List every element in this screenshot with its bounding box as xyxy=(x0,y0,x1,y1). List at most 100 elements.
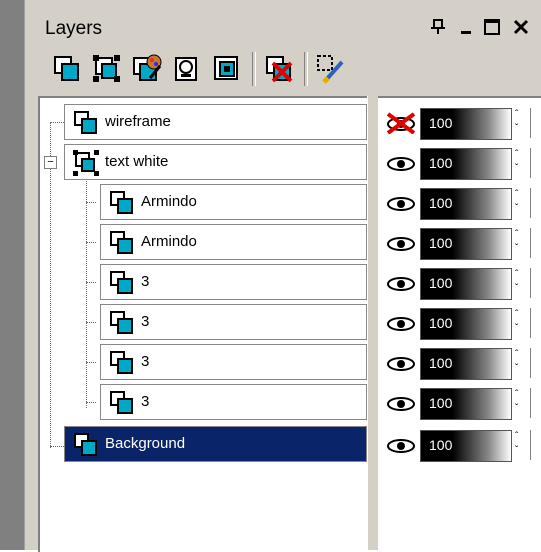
opacity-slider[interactable]: 100 xyxy=(420,430,512,462)
toolbar-separator xyxy=(252,52,256,86)
opacity-slider[interactable]: 100 xyxy=(420,188,512,220)
layer-props-row: 100 ˆˇ xyxy=(378,224,541,260)
layer-name: 3 xyxy=(141,353,150,370)
opacity-slider[interactable]: 100 xyxy=(420,308,512,340)
layer-props-row: 100 ˆˇ xyxy=(378,264,541,300)
tree-line xyxy=(86,402,96,403)
opacity-slider[interactable]: 100 xyxy=(420,228,512,260)
window-edge xyxy=(0,0,24,550)
opacity-spinner-icon[interactable]: ˆˇ xyxy=(515,188,527,218)
opacity-value: 100 xyxy=(429,235,453,251)
new-vector-layer-icon[interactable] xyxy=(90,52,124,86)
opacity-value: 100 xyxy=(429,315,453,331)
layer-props-row: 100 ˆˇ xyxy=(378,384,541,420)
layer-row-armindo[interactable]: Armindo xyxy=(100,224,367,260)
raster-layer-icon xyxy=(110,231,133,254)
opacity-slider[interactable]: 100 xyxy=(420,388,512,420)
layer-row-wireframe[interactable]: wireframe xyxy=(64,104,367,140)
tree-line xyxy=(86,362,96,363)
blend-mode-field[interactable] xyxy=(530,388,541,418)
layer-row-armindo[interactable]: Armindo xyxy=(100,184,367,220)
close-icon[interactable] xyxy=(510,12,532,42)
opacity-spinner-icon[interactable]: ˆˇ xyxy=(515,148,527,178)
blend-mode-field[interactable] xyxy=(530,308,541,338)
blend-mode-field[interactable] xyxy=(530,228,541,258)
layer-props-row: 100 ˆˇ xyxy=(378,304,541,340)
raster-layer-icon xyxy=(110,271,133,294)
visibility-eye-icon[interactable] xyxy=(384,192,418,214)
layer-row-3[interactable]: 3 xyxy=(100,384,367,420)
layer-row-3[interactable]: 3 xyxy=(100,344,367,380)
new-raster-layer-icon[interactable] xyxy=(50,52,84,86)
tree-line xyxy=(86,322,96,323)
collapse-group-icon[interactable]: − xyxy=(44,156,57,169)
layer-row-text-white[interactable]: text white xyxy=(64,144,367,180)
raster-layer-icon xyxy=(74,111,97,134)
visibility-eye-icon[interactable] xyxy=(384,312,418,334)
opacity-slider[interactable]: 100 xyxy=(420,268,512,300)
layer-name: 3 xyxy=(141,273,150,290)
tree-line xyxy=(86,242,96,243)
layer-props-row: 100 ˆˇ xyxy=(378,426,541,462)
opacity-value: 100 xyxy=(429,195,453,211)
blend-mode-field[interactable] xyxy=(530,108,541,138)
visibility-eye-icon[interactable] xyxy=(384,272,418,294)
opacity-value: 100 xyxy=(429,355,453,371)
opacity-value: 100 xyxy=(429,395,453,411)
layer-name: text white xyxy=(105,153,169,170)
opacity-spinner-icon[interactable]: ˆˇ xyxy=(515,268,527,298)
layer-props-row: 100 ˆˇ xyxy=(378,104,541,140)
raster-layer-icon xyxy=(110,191,133,214)
new-adjustment-layer-icon[interactable] xyxy=(210,52,244,86)
layer-name: Armindo xyxy=(141,193,197,210)
opacity-spinner-icon[interactable]: ˆˇ xyxy=(515,348,527,378)
visibility-eye-icon[interactable] xyxy=(384,352,418,374)
opacity-slider[interactable]: 100 xyxy=(420,148,512,180)
palette-title: Layers xyxy=(45,18,103,39)
opacity-value: 100 xyxy=(429,437,453,453)
opacity-spinner-icon[interactable]: ˆˇ xyxy=(515,308,527,338)
raster-layer-icon xyxy=(110,391,133,414)
visibility-eye-icon[interactable] xyxy=(384,232,418,254)
layers-palette: Layers − wireframe text white Armindo Ar… xyxy=(36,0,541,552)
blend-mode-field[interactable] xyxy=(530,430,541,460)
opacity-spinner-icon[interactable]: ˆˇ xyxy=(515,430,527,460)
pin-icon[interactable] xyxy=(428,12,450,42)
minimize-icon[interactable] xyxy=(456,12,478,42)
tree-line xyxy=(86,282,96,283)
visibility-off-icon[interactable] xyxy=(384,112,418,134)
layer-tree: − wireframe text white Armindo Armindo 3… xyxy=(38,96,369,552)
visibility-eye-icon[interactable] xyxy=(384,434,418,456)
layer-name: wireframe xyxy=(105,113,171,130)
new-art-media-layer-icon[interactable] xyxy=(130,52,164,86)
visibility-eye-icon[interactable] xyxy=(384,152,418,174)
opacity-value: 100 xyxy=(429,115,453,131)
maximize-icon[interactable] xyxy=(482,12,504,42)
new-mask-layer-icon[interactable] xyxy=(170,52,204,86)
palette-titlebar[interactable]: Layers xyxy=(36,4,541,46)
layer-name: Armindo xyxy=(141,233,197,250)
delete-layer-icon[interactable] xyxy=(262,52,296,86)
tree-line xyxy=(50,122,51,448)
opacity-spinner-icon[interactable]: ˆˇ xyxy=(515,228,527,258)
opacity-slider[interactable]: 100 xyxy=(420,108,512,140)
raster-layer-icon xyxy=(110,311,133,334)
opacity-spinner-icon[interactable]: ˆˇ xyxy=(515,108,527,138)
layer-props-row: 100 ˆˇ xyxy=(378,184,541,220)
layer-row-3[interactable]: 3 xyxy=(100,304,367,340)
layer-name: Background xyxy=(105,435,186,452)
opacity-value: 100 xyxy=(429,155,453,171)
blend-mode-field[interactable] xyxy=(530,348,541,378)
layer-row-3[interactable]: 3 xyxy=(100,264,367,300)
window-border xyxy=(24,0,36,550)
blend-mode-field[interactable] xyxy=(530,148,541,178)
layer-row-background[interactable]: Background xyxy=(64,426,367,462)
layer-props-row: 100 ˆˇ xyxy=(378,144,541,180)
opacity-slider[interactable]: 100 xyxy=(420,348,512,380)
visibility-eye-icon[interactable] xyxy=(384,392,418,414)
blend-mode-field[interactable] xyxy=(530,188,541,218)
blend-mode-field[interactable] xyxy=(530,268,541,298)
opacity-spinner-icon[interactable]: ˆˇ xyxy=(515,388,527,418)
tree-line xyxy=(86,178,87,408)
edit-selection-icon[interactable] xyxy=(314,52,348,86)
